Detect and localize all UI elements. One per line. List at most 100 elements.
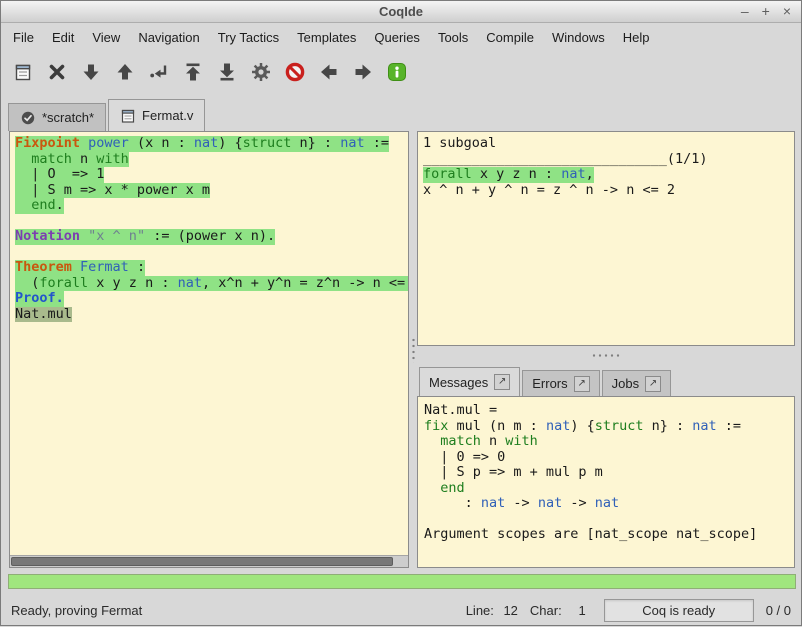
preferences-gear-icon <box>250 61 272 83</box>
tab-bar: *scratch* Fermat.v <box>1 96 801 131</box>
tab-label: Errors <box>532 376 567 391</box>
splitter-grip-icon <box>412 337 415 363</box>
save-button[interactable] <box>6 55 40 89</box>
editor-line <box>15 245 408 261</box>
close-buffer-icon <box>46 61 68 83</box>
line-label: Line: <box>466 603 494 618</box>
tab-label: Jobs <box>612 376 639 391</box>
about-info-icon <box>386 61 408 83</box>
vertical-splitter[interactable] <box>409 131 417 568</box>
preferences-gear-button[interactable] <box>244 55 278 89</box>
scrollbar-thumb[interactable] <box>11 557 393 566</box>
menu-item-try-tactics[interactable]: Try Tactics <box>209 26 288 49</box>
tab-messages[interactable]: Messages ↗ <box>419 367 520 396</box>
editor-line: | O => 1 <box>15 167 408 183</box>
toolbar <box>1 50 801 94</box>
editor-pane[interactable]: Fixpoint power (x n : nat) {struct n} : … <box>9 131 409 568</box>
message-line: | 0 => 0 <box>424 450 788 466</box>
coqide-window: CoqIde – + × FileEditViewNavigationTry T… <box>0 0 802 626</box>
goal-line: 1 subgoal <box>423 136 789 152</box>
message-line: Argument scopes are [nat_scope nat_scope… <box>424 527 788 543</box>
message-line: Nat.mul = <box>424 403 788 419</box>
progress-bar <box>8 574 796 589</box>
backward-one-command-button[interactable] <box>108 55 142 89</box>
menu-item-file[interactable]: File <box>4 26 43 49</box>
forward-one-command-icon <box>80 61 102 83</box>
menu-item-queries[interactable]: Queries <box>365 26 429 49</box>
tab-label: Fermat.v <box>142 108 193 123</box>
char-value: 1 <box>568 603 586 618</box>
tab-jobs[interactable]: Jobs ↗ <box>602 370 671 396</box>
menu-item-windows[interactable]: Windows <box>543 26 614 49</box>
menu-item-templates[interactable]: Templates <box>288 26 365 49</box>
menu-item-edit[interactable]: Edit <box>43 26 83 49</box>
line-value: 12 <box>500 603 518 618</box>
tab-scratch[interactable]: *scratch* <box>8 103 106 131</box>
status-right-group: Line: 12 Char: 1 Coq is ready 0 / 0 <box>466 599 791 622</box>
next-occurrence-icon <box>352 61 374 83</box>
messages-content[interactable]: Nat.mul =fix mul (n m : nat) {struct n} … <box>417 396 795 568</box>
splitter-grip-icon <box>591 354 621 357</box>
scratch-buffer-icon <box>20 110 36 126</box>
message-line: : nat -> nat -> nat <box>424 496 788 512</box>
tab-errors[interactable]: Errors ↗ <box>522 370 599 396</box>
menu-item-navigation[interactable]: Navigation <box>129 26 208 49</box>
goal-content: 1 subgoal______________________________(… <box>423 136 789 198</box>
title-bar[interactable]: CoqIde – + × <box>1 1 801 23</box>
goal-line: x ^ n + y ^ n = z ^ n -> n <= 2 <box>423 183 789 199</box>
go-to-cursor-icon <box>148 61 170 83</box>
menu-item-help[interactable]: Help <box>614 26 659 49</box>
messages-tab-bar: Messages ↗ Errors ↗ Jobs ↗ <box>417 365 795 396</box>
jobs-detach-button[interactable]: ↗ <box>645 376 661 392</box>
menu-item-view[interactable]: View <box>83 26 129 49</box>
editor-code[interactable]: Fixpoint power (x n : nat) {struct n} : … <box>10 132 408 555</box>
tab-fermat-v[interactable]: Fermat.v <box>108 99 205 131</box>
minimize-button[interactable]: – <box>741 1 749 22</box>
editor-line: (forall x y z n : nat, x^n + y^n = z^n -… <box>15 276 408 292</box>
maximize-button[interactable]: + <box>762 1 770 22</box>
close-buffer-button[interactable] <box>40 55 74 89</box>
go-to-start-icon <box>182 61 204 83</box>
go-to-end-icon <box>216 61 238 83</box>
message-line: fix mul (n m : nat) {struct n} : nat := <box>424 419 788 435</box>
goal-line: ______________________________(1/1) <box>423 152 789 168</box>
previous-occurrence-icon <box>318 61 340 83</box>
status-bar: Ready, proving Fermat Line: 12 Char: 1 C… <box>1 593 801 627</box>
editor-line: end. <box>15 198 408 214</box>
window-controls: – + × <box>741 1 791 22</box>
forward-one-command-button[interactable] <box>74 55 108 89</box>
tab-label: Messages <box>429 375 488 390</box>
goal-pane[interactable]: 1 subgoal______________________________(… <box>417 131 795 346</box>
progress-fill <box>9 575 795 588</box>
close-button[interactable]: × <box>783 1 791 22</box>
previous-occurrence-button[interactable] <box>312 55 346 89</box>
message-line <box>424 512 788 528</box>
editor-line: Fixpoint power (x n : nat) {struct n} : … <box>15 136 408 152</box>
char-label: Char: <box>530 603 562 618</box>
horizontal-scrollbar[interactable] <box>10 555 408 567</box>
next-occurrence-button[interactable] <box>346 55 380 89</box>
save-icon <box>13 62 34 83</box>
window-title: CoqIde <box>379 4 423 19</box>
coq-status-box: Coq is ready <box>604 599 754 622</box>
message-line: end <box>424 481 788 497</box>
backward-one-command-icon <box>114 61 136 83</box>
go-to-start-button[interactable] <box>176 55 210 89</box>
menu-bar: FileEditViewNavigationTry TacticsTemplat… <box>1 24 801 50</box>
menu-item-tools[interactable]: Tools <box>429 26 477 49</box>
about-info-button[interactable] <box>380 55 414 89</box>
menu-item-compile[interactable]: Compile <box>477 26 543 49</box>
horizontal-splitter[interactable] <box>417 346 795 365</box>
go-to-cursor-button[interactable] <box>142 55 176 89</box>
messages-detach-button[interactable]: ↗ <box>494 374 510 390</box>
editor-line: Nat.mul <box>15 307 408 323</box>
goal-line: forall x y z n : nat, <box>423 167 789 183</box>
interrupt-stop-button[interactable] <box>278 55 312 89</box>
go-to-end-button[interactable] <box>210 55 244 89</box>
interrupt-stop-icon <box>284 61 306 83</box>
status-message: Ready, proving Fermat <box>11 603 466 618</box>
document-icon <box>120 108 136 124</box>
editor-line: Notation "x ^ n" := (power x n). <box>15 229 408 245</box>
errors-detach-button[interactable]: ↗ <box>574 376 590 392</box>
editor-line: match n with <box>15 152 408 168</box>
